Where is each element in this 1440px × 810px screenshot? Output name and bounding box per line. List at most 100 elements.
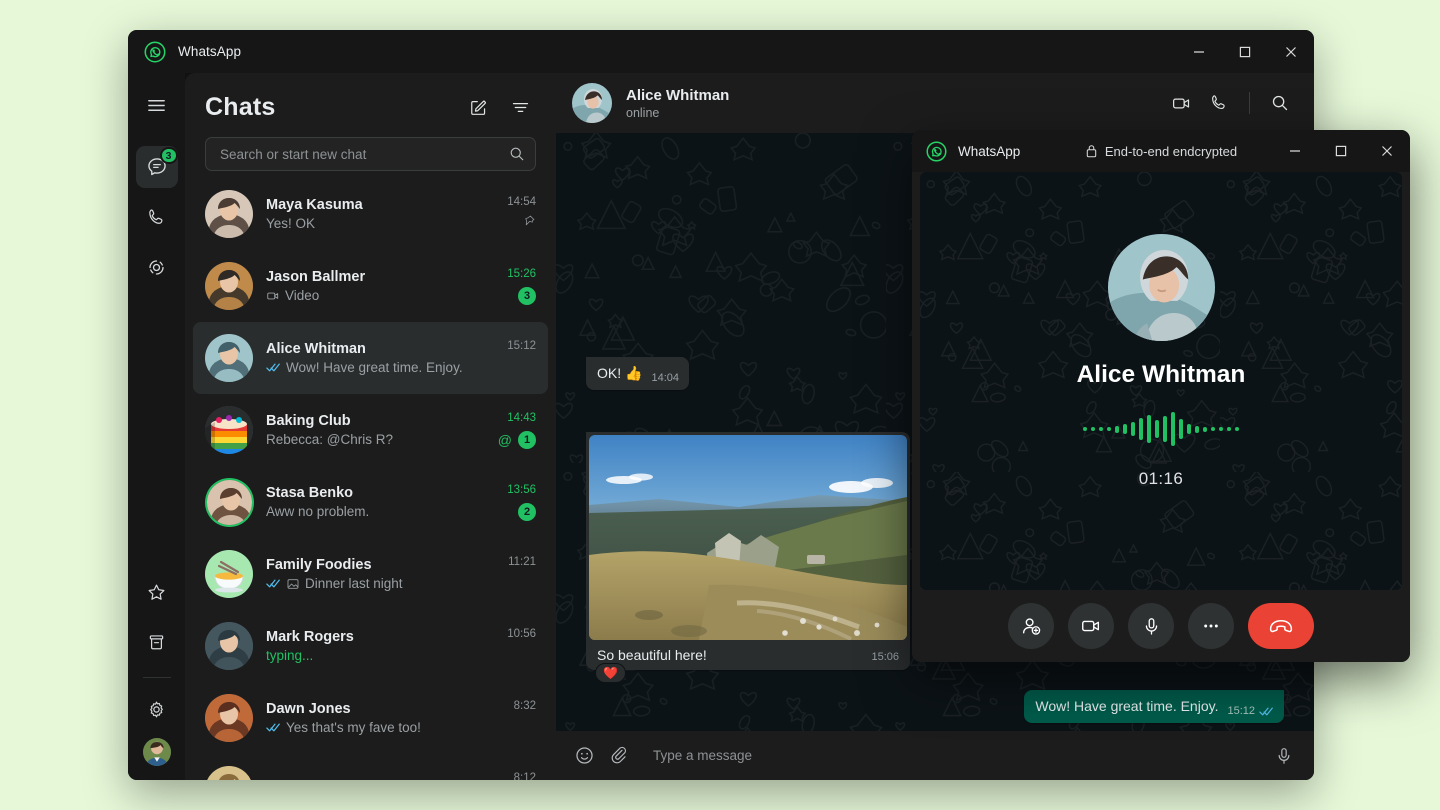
close-button[interactable]	[1268, 30, 1314, 73]
chat-item-indicators: 3	[518, 287, 536, 305]
search-input[interactable]: Search or start new chat	[205, 137, 536, 171]
paperclip-icon[interactable]	[609, 746, 629, 766]
call-minimize-button[interactable]	[1272, 130, 1318, 173]
chat-list-item[interactable]: Dawn JonesYes that's my fave too!8:32	[193, 682, 548, 754]
message-time: 15:12	[1227, 705, 1255, 717]
chat-item-meta: 8:32	[514, 700, 536, 737]
chat-avatar[interactable]	[205, 406, 253, 454]
sidebar-item-settings[interactable]	[136, 688, 178, 730]
chat-avatar[interactable]	[205, 694, 253, 742]
add-person-icon[interactable]	[1008, 603, 1054, 649]
unread-count-badge: 1	[518, 431, 536, 449]
sidebar-item-chats[interactable]: 3	[136, 146, 178, 188]
whatsapp-logo-icon	[926, 141, 947, 162]
window-controls	[1176, 30, 1314, 73]
window-titlebar: WhatsApp	[128, 30, 1314, 73]
message-input[interactable]: Type a message	[653, 748, 1260, 763]
chat-avatar[interactable]	[205, 190, 253, 238]
chat-item-preview: Dinner last night	[266, 576, 498, 591]
chats-unread-badge: 3	[160, 147, 178, 164]
incoming-image-message[interactable]: So beautiful here! 15:06 ❤️	[586, 432, 910, 670]
message-time: 14:04	[651, 372, 679, 384]
voice-call-button[interactable]	[1203, 87, 1235, 119]
chat-item-time: 11:21	[508, 556, 536, 568]
contact-status: online	[626, 106, 729, 120]
maximize-button[interactable]	[1222, 30, 1268, 73]
chat-item-name: Stasa Benko	[266, 485, 497, 501]
chat-item-name: Alice Whitman	[266, 341, 497, 357]
call-close-button[interactable]	[1364, 130, 1410, 173]
chat-list-item[interactable]: Mark Rogerstyping...10:56	[193, 610, 548, 682]
message-time: 15:06	[871, 651, 899, 663]
microphone-icon[interactable]	[1128, 603, 1174, 649]
waveform-bar	[1187, 424, 1191, 434]
chat-item-time: 15:12	[507, 340, 536, 352]
emoji-icon[interactable]	[574, 745, 595, 766]
chat-avatar[interactable]	[205, 622, 253, 670]
waveform-bar	[1235, 427, 1239, 431]
sidebar-item-starred[interactable]	[136, 571, 178, 613]
navigation-rail: 3	[128, 73, 185, 780]
chat-item-meta: 13:562	[507, 484, 536, 521]
chat-item-name: Jason Ballmer	[266, 269, 497, 285]
video-call-button[interactable]	[1165, 87, 1197, 119]
end-call-button[interactable]	[1248, 603, 1314, 649]
chat-list-item[interactable]: Jason BallmerVideo15:263	[193, 250, 548, 322]
chat-item-meta: 14:54	[507, 196, 536, 233]
new-chat-button[interactable]	[462, 91, 494, 123]
call-window-controls	[1272, 130, 1410, 173]
more-dots-icon[interactable]	[1188, 603, 1234, 649]
contact-avatar[interactable]	[572, 83, 612, 123]
message-reaction[interactable]: ❤️	[595, 663, 626, 683]
chat-list-item[interactable]: Stasa Benko Aww no problem. 13:562	[193, 466, 548, 538]
video-icon[interactable]	[1068, 603, 1114, 649]
call-maximize-button[interactable]	[1318, 130, 1364, 173]
call-duration: 01:16	[1139, 469, 1184, 489]
chat-item-time: 14:54	[507, 196, 536, 208]
page-title: Chats	[205, 93, 275, 122]
minimize-button[interactable]	[1176, 30, 1222, 73]
chat-item-preview: Yes! OK	[266, 216, 497, 231]
waveform-bar	[1155, 420, 1159, 438]
search-chat-button[interactable]	[1264, 87, 1296, 119]
menu-button[interactable]	[136, 84, 178, 126]
sidebar-item-status[interactable]	[136, 246, 178, 288]
sidebar-item-archived[interactable]	[136, 621, 178, 663]
chat-preview-text: Aww no problem.	[266, 504, 369, 519]
chat-list-item[interactable]: Family FoodiesDinner last night11:21	[193, 538, 548, 610]
chat-avatar[interactable]	[205, 766, 253, 780]
call-contact-name: Alice Whitman	[1077, 361, 1246, 389]
read-receipt-icon	[266, 362, 281, 373]
chat-list-item[interactable]: Baking ClubRebecca: @Chris R?14:43@1	[193, 394, 548, 466]
chat-list-item[interactable]: Alice Whitman Wow! Have great time. Enjoy…	[193, 322, 548, 394]
search-area: Search or start new chat	[185, 123, 556, 179]
chat-item-meta: 15:12	[507, 340, 536, 377]
chat-item-preview: Wow! Have great time. Enjoy.	[266, 360, 497, 375]
mention-icon: @	[498, 433, 512, 447]
sidebar-item-calls[interactable]	[136, 196, 178, 238]
message-text: OK! 👍	[597, 364, 642, 383]
chat-avatar[interactable]	[207, 480, 252, 525]
chat-item-time: 14:43	[507, 412, 536, 424]
microphone-icon[interactable]	[1274, 746, 1294, 766]
chat-list-item[interactable]: Maya KasumaYes! OK14:54	[193, 178, 548, 250]
header-divider	[1249, 92, 1250, 114]
filter-button[interactable]	[504, 91, 536, 123]
chat-item-time: 13:56	[507, 484, 536, 496]
waveform-bar	[1083, 427, 1087, 431]
chat-item-indicators: @1	[498, 431, 536, 449]
search-icon[interactable]	[509, 146, 525, 162]
waveform-bar	[1091, 427, 1095, 431]
incoming-message-bubble[interactable]: OK! 👍 14:04	[586, 357, 689, 390]
chat-item-preview: Yes that's my fave too!	[266, 720, 504, 735]
chat-avatar[interactable]	[205, 550, 253, 598]
whatsapp-logo-icon	[144, 41, 166, 63]
profile-avatar[interactable]	[143, 738, 171, 766]
chat-avatar[interactable]	[205, 334, 253, 382]
chat-list[interactable]: Maya KasumaYes! OK14:54Jason BallmerVide…	[185, 178, 556, 780]
message-photo[interactable]	[589, 435, 907, 640]
chat-list-item[interactable]: Ziggy Woodley8:12	[193, 754, 548, 780]
outgoing-message-bubble[interactable]: Wow! Have great time. Enjoy. 15:12	[1024, 690, 1284, 723]
call-contact-avatar	[1108, 234, 1215, 341]
chat-avatar[interactable]	[205, 262, 253, 310]
